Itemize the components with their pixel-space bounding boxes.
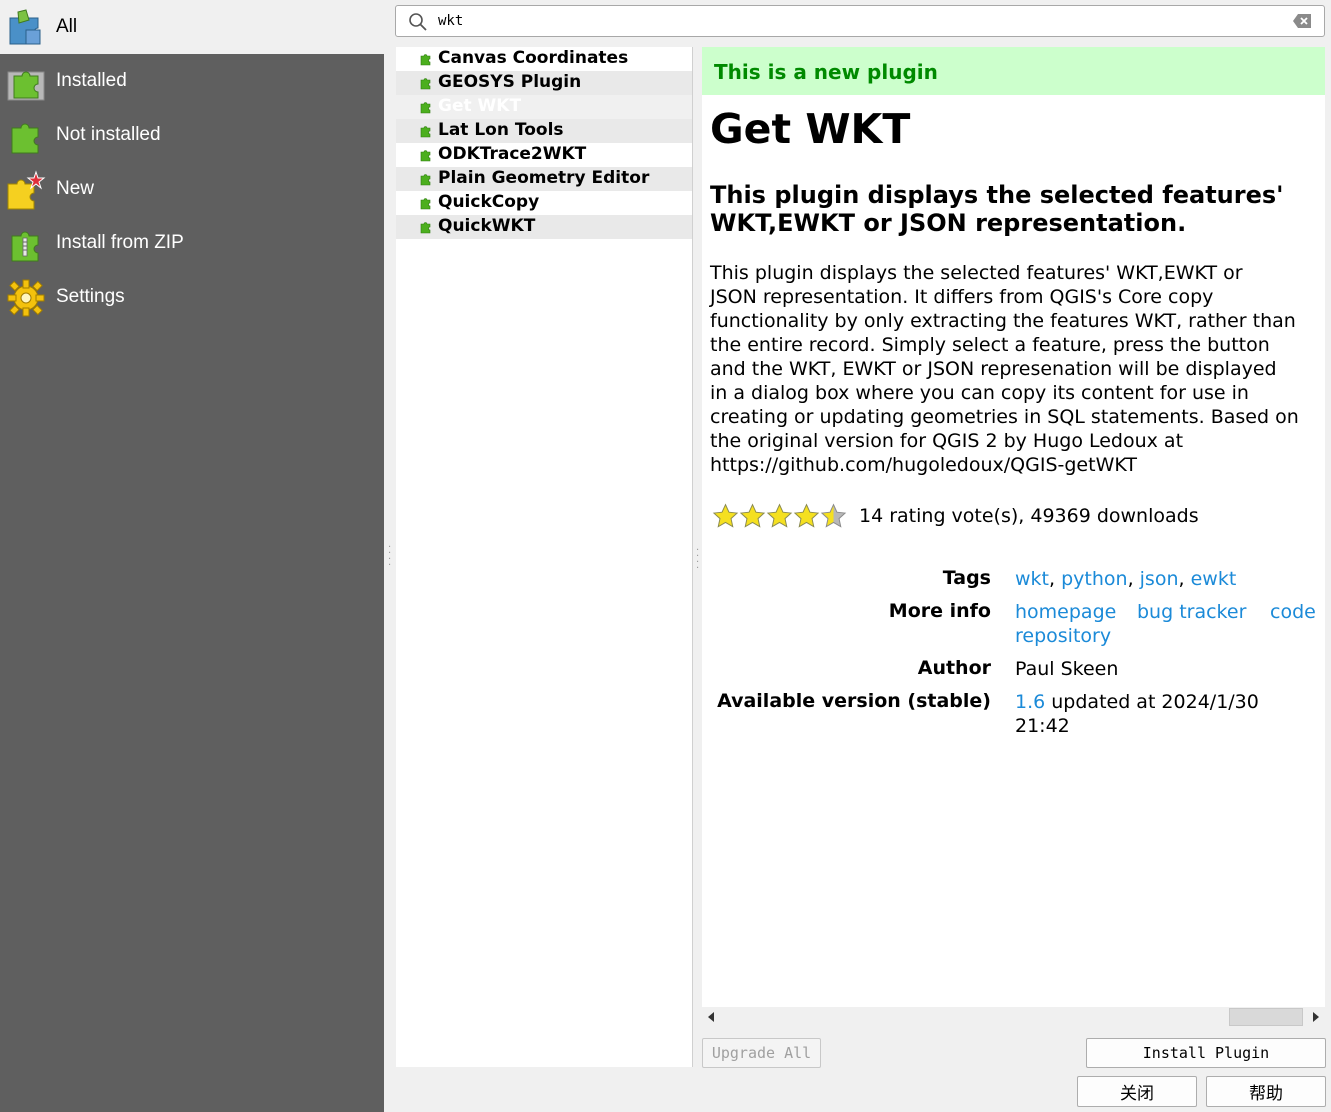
scrollbar-thumb[interactable] [1229, 1008, 1303, 1026]
tags-label: Tags [942, 567, 991, 589]
sidebar-item-label: All [56, 16, 78, 37]
plugin-list-item[interactable]: Plain Geometry Editor [396, 167, 692, 191]
search-icon [409, 13, 427, 31]
author-label: Author [917, 657, 991, 679]
puzzle-zip-icon [11, 231, 39, 262]
plugin-list-item-selected[interactable]: Get WKT [396, 95, 692, 119]
version-link[interactable]: 1.6 [1015, 691, 1045, 713]
sidebar-item-all[interactable]: All [0, 0, 384, 54]
rating: 14 rating vote(s), 49369 downloads [712, 501, 1199, 531]
scroll-left-arrow-icon[interactable] [702, 1007, 722, 1027]
homepage-link[interactable]: homepage [1015, 601, 1116, 623]
tag-link[interactable]: json [1140, 568, 1179, 590]
gear-icon [7, 279, 45, 317]
more-info-value: homepage bug tracker code repository [1015, 600, 1320, 648]
sidebar-item-label: Installed [56, 70, 127, 91]
star-full-icon [739, 503, 766, 528]
sidebar-item-label: Not installed [56, 124, 161, 145]
rating-text: 14 rating vote(s), 49369 downloads [859, 505, 1199, 527]
clear-search-icon[interactable] [1292, 13, 1312, 29]
plugin-list-item[interactable]: QuickWKT [396, 215, 692, 239]
upgrade-all-button[interactable]: Upgrade All [702, 1038, 821, 1068]
plugin-list-item[interactable]: Canvas Coordinates [396, 47, 692, 71]
sidebar-item-label: New [56, 178, 95, 199]
star-full-icon [793, 503, 820, 528]
sidebar-item-label: Install from ZIP [56, 232, 184, 253]
star-full-icon [712, 503, 739, 528]
sidebar-item-not-installed[interactable]: Not installed [0, 108, 384, 162]
new-plugin-banner: This is a new plugin [702, 47, 1325, 95]
version-time: 21:42 [1015, 715, 1070, 737]
scroll-right-arrow-icon[interactable] [1305, 1007, 1325, 1027]
sidebar-item-installed[interactable]: Installed [0, 54, 384, 108]
plugin-details-pane: This is a new plugin Get WKT This plugin… [702, 47, 1325, 1007]
plugin-puzzle-icon [420, 126, 431, 138]
plugin-list-item[interactable]: Lat Lon Tools [396, 119, 692, 143]
star-full-icon [766, 503, 793, 528]
plugin-list-item[interactable]: QuickCopy [396, 191, 692, 215]
close-button[interactable]: 关闭 [1077, 1076, 1197, 1107]
search-box [395, 5, 1325, 37]
category-sidebar: All Installed Not installed New Install … [0, 0, 384, 1112]
tag-link[interactable]: ewkt [1191, 568, 1237, 590]
tag-link[interactable]: wkt [1015, 568, 1049, 590]
version-value: 1.6 updated at 2024/1/30 21:42 [1015, 690, 1320, 738]
plugin-title: Get WKT [710, 105, 911, 153]
tags-value: wkt, python, json, ewkt [1015, 568, 1237, 590]
author-value: Paul Skeen [1015, 658, 1119, 680]
plugin-puzzle-icon [420, 54, 431, 66]
banner-text: This is a new plugin [714, 60, 938, 84]
sidebar-item-settings[interactable]: Settings [0, 270, 384, 324]
code-repository-link[interactable]: code [1270, 600, 1316, 624]
more-info-label: More info [888, 600, 991, 622]
list-splitter-handle[interactable]: · · · · [696, 546, 700, 574]
help-button[interactable]: 帮助 [1206, 1076, 1326, 1107]
tag-link[interactable]: python [1061, 568, 1127, 590]
plugin-list-item[interactable]: GEOSYS Plugin [396, 71, 692, 95]
plugin-puzzle-icon [420, 174, 431, 186]
plugin-puzzle-icon [420, 150, 431, 162]
star-half-icon [820, 503, 847, 528]
sidebar-item-new[interactable]: New [0, 162, 384, 216]
details-horizontal-scrollbar[interactable] [702, 1007, 1325, 1027]
puzzle-new-icon [7, 170, 46, 210]
install-plugin-button[interactable]: Install Plugin [1086, 1038, 1326, 1068]
plugin-puzzle-icon [420, 198, 431, 210]
plugin-list-item[interactable]: ODKTrace2WKT [396, 143, 692, 167]
search-input[interactable] [438, 10, 1278, 32]
plugin-puzzle-icon [420, 78, 431, 90]
plugin-puzzle-icon [420, 222, 431, 234]
bug-tracker-link[interactable]: bug tracker [1137, 600, 1246, 624]
plugin-puzzle-icon [420, 102, 431, 114]
version-label: Available version (stable) [717, 690, 991, 712]
puzzle-installed-icon [7, 71, 45, 101]
plugin-list: Canvas Coordinates GEOSYS Plugin Get WKT… [396, 47, 693, 1067]
puzzle-not-installed-icon [11, 123, 39, 154]
plugin-description: This plugin displays the selected featur… [710, 262, 1299, 476]
sidebar-splitter-handle[interactable]: · · · · [388, 543, 392, 571]
puzzle-all-icon [9, 9, 41, 45]
version-updated: updated at 2024/1/30 [1045, 691, 1259, 713]
code-repository-link-continued[interactable]: repository [1015, 625, 1111, 647]
sidebar-item-label: Settings [56, 286, 125, 307]
plugin-subtitle: This plugin displays the selected featur… [710, 181, 1284, 237]
sidebar-item-install-from-zip[interactable]: Install from ZIP [0, 216, 384, 270]
